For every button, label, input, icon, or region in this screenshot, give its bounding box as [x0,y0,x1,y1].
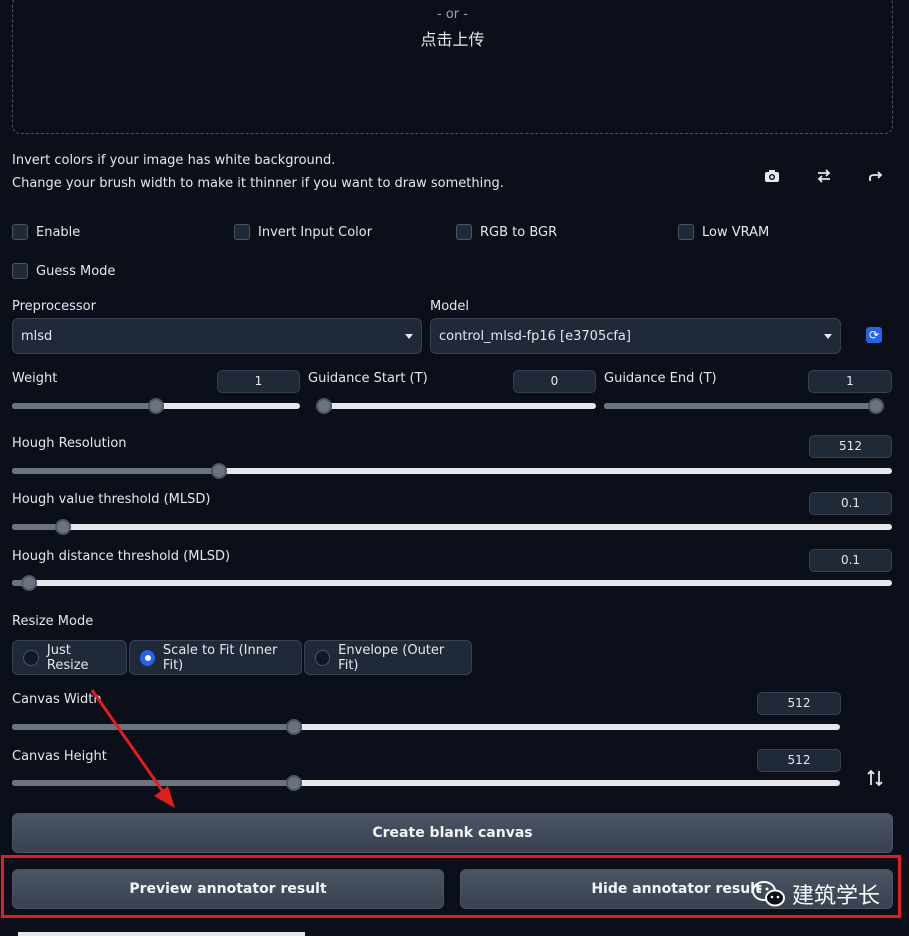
radio-label: Envelope (Outer Fit) [338,642,445,673]
create-blank-canvas-button[interactable]: Create blank canvas [12,813,893,853]
radio-label: Just Resize [46,642,89,673]
chevron-down-icon [824,333,832,339]
guidance-start-label: Guidance Start (T) [308,371,428,386]
slider-thumb[interactable] [316,398,332,414]
guess-mode-checkbox[interactable]: Guess Mode [12,263,115,279]
click-to-upload-text[interactable]: 点击上传 [13,26,892,50]
bottom-image-edge [18,932,305,936]
hough-distance-threshold-slider[interactable] [12,575,892,591]
swap-dimensions-icon[interactable] [866,768,884,788]
radio-dot[interactable] [23,649,39,666]
chevron-down-icon [405,333,413,339]
hint-brush-width: Change your brush width to make it thinn… [12,176,504,191]
guidance-end-slider[interactable] [604,398,884,414]
enable-checkbox[interactable]: Enable [12,224,80,240]
canvas-height-input[interactable]: 512 [757,749,841,772]
resize-mode-radio-group: Just Resize Scale to Fit (Inner Fit) Env… [12,640,472,675]
slider-thumb[interactable] [148,398,164,414]
guidance-end-label: Guidance End (T) [604,371,717,386]
hint-invert-colors: Invert colors if your image has white ba… [12,153,336,168]
guidance-end-input[interactable]: 1 [808,370,892,393]
radio-dot-selected[interactable] [140,649,155,666]
preprocessor-value: mlsd [21,328,53,344]
refresh-models-icon[interactable]: ⟳ [866,327,882,343]
hough-value-threshold-input[interactable]: 0.1 [809,492,892,515]
enable-label: Enable [36,224,81,240]
hough-distance-threshold-input[interactable]: 0.1 [809,549,892,572]
slider-thumb[interactable] [210,463,227,479]
guess-mode-label: Guess Mode [36,263,116,279]
canvas-width-slider[interactable] [12,719,840,735]
resize-mode-label: Resize Mode [12,614,94,629]
image-upload-area[interactable]: - or - 点击上传 [12,0,893,134]
low-vram-label: Low VRAM [702,224,770,240]
upload-or-text: - or - [437,7,468,22]
radio-just-resize[interactable]: Just Resize [12,640,127,675]
guidance-start-slider[interactable] [316,398,596,414]
slider-thumb[interactable] [285,719,302,735]
preprocessor-select[interactable]: mlsd [12,318,422,354]
low-vram-checkbox[interactable]: Low VRAM [678,224,769,240]
slider-thumb[interactable] [55,519,72,535]
checkbox-box[interactable] [234,224,250,240]
canvas-height-label: Canvas Height [12,749,107,764]
hough-value-threshold-slider[interactable] [12,519,892,535]
swap-icon[interactable] [814,168,834,188]
watermark: 建筑学长 [752,878,880,910]
radio-envelope[interactable]: Envelope (Outer Fit) [304,640,472,675]
checkbox-box[interactable] [678,224,694,240]
slider-thumb[interactable] [868,398,884,414]
model-value: control_mlsd-fp16 [e3705cfa] [439,328,631,344]
invert-input-color-label: Invert Input Color [258,224,373,240]
weight-label: Weight [12,371,58,386]
guidance-start-input[interactable]: 0 [513,370,596,393]
model-select[interactable]: control_mlsd-fp16 [e3705cfa] [430,318,841,354]
rgb-to-bgr-label: RGB to BGR [480,224,558,240]
invert-input-color-checkbox[interactable]: Invert Input Color [234,224,372,240]
canvas-width-label: Canvas Width [12,692,102,707]
canvas-height-slider[interactable] [12,775,840,791]
checkbox-box[interactable] [12,263,28,279]
radio-label: Scale to Fit (Inner Fit) [162,642,278,673]
wechat-logo-icon [752,880,786,908]
hough-distance-threshold-label: Hough distance threshold (MLSD) [12,549,231,564]
rotate-arrow-icon[interactable] [866,168,886,188]
watermark-text: 建筑学长 [792,884,881,909]
slider-thumb[interactable] [285,775,302,791]
radio-dot[interactable] [315,649,331,666]
hough-resolution-input[interactable]: 512 [809,435,892,458]
slider-thumb[interactable] [20,575,37,591]
canvas-width-input[interactable]: 512 [757,692,841,715]
model-label: Model [430,299,470,314]
weight-input[interactable]: 1 [217,370,300,393]
rgb-to-bgr-checkbox[interactable]: RGB to BGR [456,224,557,240]
preprocessor-label: Preprocessor [12,299,96,314]
checkbox-box[interactable] [12,224,28,240]
weight-slider[interactable] [12,398,300,414]
hough-value-threshold-label: Hough value threshold (MLSD) [12,492,211,507]
camera-icon[interactable] [762,168,782,188]
hough-resolution-label: Hough Resolution [12,436,127,451]
checkbox-box[interactable] [456,224,472,240]
radio-scale-to-fit[interactable]: Scale to Fit (Inner Fit) [129,640,302,675]
hough-resolution-slider[interactable] [12,463,892,479]
